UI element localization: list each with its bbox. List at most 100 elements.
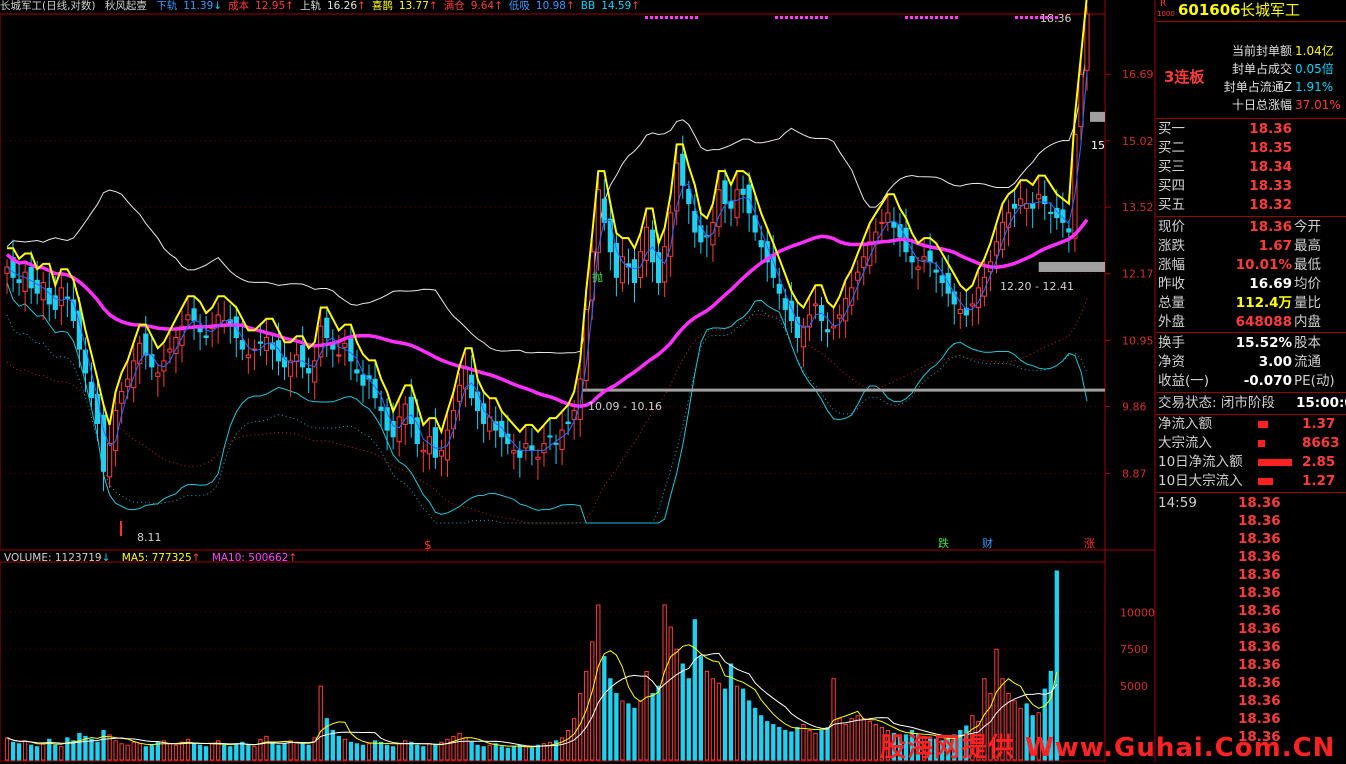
top-marker-795	[795, 16, 798, 19]
candle-body-96	[583, 308, 589, 382]
price-axis-label-2: 13.52	[1122, 201, 1154, 214]
volume-bar-102	[620, 700, 625, 761]
volume-bar-58	[354, 743, 360, 761]
top-marker-695	[695, 16, 698, 19]
flow-label-2: 10日净流入额	[1158, 454, 1243, 470]
quote2-row-2: 收益(一) -0.070 PE(动)	[1156, 372, 1346, 391]
candle-body-19	[119, 390, 125, 404]
top-marker-780	[780, 16, 783, 19]
volume-bar-0	[4, 737, 10, 761]
flow-bar-3	[1258, 478, 1273, 485]
volume-bar-113	[686, 678, 691, 761]
volume-bar-133	[807, 729, 812, 761]
top-marker-685	[685, 16, 688, 19]
volume-bar-54	[330, 729, 335, 761]
volume-bar-107	[650, 693, 655, 761]
volume-bar-116	[704, 670, 710, 761]
stock-name[interactable]: 长城军工	[1240, 0, 1300, 20]
volume-bar-33	[203, 746, 209, 761]
quote-row-5-label: 外盘	[1158, 314, 1185, 330]
candle-body-178	[1078, 73, 1084, 128]
stock-code[interactable]: 601606	[1178, 0, 1241, 20]
flow-value-1: 8663	[1302, 435, 1340, 451]
candle-body-82	[499, 420, 505, 438]
volume-bar-55	[336, 735, 342, 761]
tick-price-10: 18.36	[1238, 675, 1281, 691]
bid-row-1-label: 买二	[1158, 140, 1185, 156]
price-panel-frame	[0, 13, 1106, 551]
bid-row-2: 买三 18.34	[1156, 158, 1346, 177]
header-item-arrow-5: ↑	[565, 0, 575, 12]
volume-bar-128	[777, 727, 782, 761]
flow-bar-0	[1258, 421, 1268, 428]
candle-body-32	[197, 328, 203, 333]
volume-bar-125	[759, 715, 764, 761]
kline-chart[interactable]: 16.69 15.02 13.52 12.17 10.95 9.86 8.87 10000 75…	[0, 0, 1346, 762]
tick-row-8: 18.36	[1156, 638, 1346, 656]
tick-row-1: 18.36	[1156, 512, 1346, 530]
flow-label-1: 大宗流入	[1158, 435, 1212, 451]
candle-body-152	[921, 256, 927, 261]
volume-bar-119	[722, 688, 728, 761]
top-marker-1025	[1025, 16, 1028, 19]
volume-bar-12	[77, 732, 82, 761]
tick-row-12: 18.36	[1156, 710, 1346, 728]
bid-row-3-value: 18.33	[1249, 178, 1292, 194]
lower-band-dotted-line	[6, 309, 1088, 524]
candle-body-35	[215, 314, 221, 325]
candle-body-119	[722, 180, 728, 205]
volume-bar-67	[409, 741, 414, 761]
volume-bar-40	[246, 744, 251, 761]
bid-row-1-value: 18.35	[1249, 140, 1292, 156]
volume-bar-106	[644, 670, 649, 761]
candle-body-114	[692, 210, 698, 233]
tick-row-5: 18.36	[1156, 584, 1346, 602]
quote-row-5-value: 648088	[1235, 314, 1292, 330]
volume-bar-69	[421, 746, 426, 761]
volume-bar-16	[101, 729, 106, 761]
volume-bar-131	[795, 727, 800, 761]
candle-body-88	[535, 456, 541, 460]
tick-price-12: 18.36	[1238, 711, 1281, 727]
zone1-label: 10.09 - 10.16	[588, 400, 662, 413]
bid-row-0-value: 18.36	[1249, 121, 1292, 137]
volume-bar-6	[41, 743, 46, 761]
top-marker-660	[660, 16, 663, 19]
stock-marker-sub: 1000	[1157, 10, 1175, 18]
volume-bar-82	[499, 746, 504, 761]
short-ma-line	[6, 72, 1088, 451]
volume-bar-53	[324, 718, 329, 761]
quote-row-3: 昨收 16.69 均价	[1156, 275, 1346, 294]
volume-bar-19	[119, 743, 124, 761]
volume-bar-101	[614, 693, 619, 761]
header-item-6: BB	[580, 0, 596, 12]
volume-bar-99	[602, 656, 607, 761]
seal-label-2: 封单占流通Z	[1223, 80, 1292, 94]
candle-body-77	[468, 374, 475, 399]
bid-row-0-label: 买一	[1158, 121, 1185, 137]
candle-body-107	[649, 229, 656, 263]
volume-bar-52	[318, 685, 323, 761]
volume-bar-8	[53, 744, 58, 761]
top-marker-1035	[1035, 16, 1038, 19]
seal-row-3: 十日总涨幅 37.01%	[1156, 96, 1346, 114]
quote-row-3-label2: 均价	[1294, 276, 1321, 292]
volume-bar-140	[849, 718, 854, 761]
volume-bar-1	[10, 741, 16, 761]
volume-bar-24	[149, 744, 154, 761]
quote-row-0: 现价 18.36 今开	[1156, 218, 1346, 237]
candle-body-90	[547, 435, 553, 438]
lower-band-line	[6, 282, 1088, 524]
candle-body-76	[462, 366, 469, 390]
quote-row-5-label2: 内盘	[1294, 314, 1321, 330]
candle-body-23	[143, 333, 149, 356]
quote2-row-0-label2: 股本	[1294, 335, 1321, 351]
candle-body-70	[426, 436, 432, 455]
flow-bar-1	[1258, 440, 1265, 447]
candle-body-7	[46, 287, 52, 305]
top-marker-1020	[1020, 16, 1023, 19]
candle-body-151	[915, 266, 921, 270]
flow-row-2: 10日净流入额 2.85	[1156, 453, 1346, 472]
candle-body-2	[16, 279, 22, 284]
volume-bar-73	[445, 738, 450, 761]
